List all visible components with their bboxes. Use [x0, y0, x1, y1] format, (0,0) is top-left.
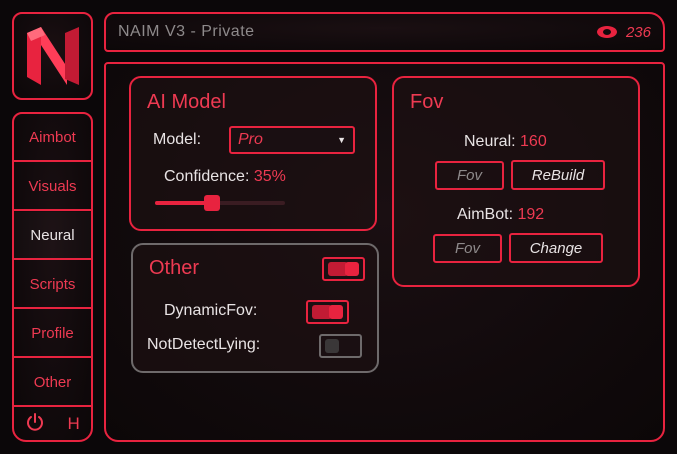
sidebar-footer: H: [14, 406, 91, 440]
window-title: NAIM V3 - Private: [118, 23, 255, 40]
fov-title: Fov: [410, 91, 444, 113]
sidebar-item-profile[interactable]: Profile: [14, 310, 91, 358]
confidence-value: 35%: [253, 168, 286, 185]
confidence-slider[interactable]: [155, 195, 285, 211]
other-panel: Other DynamicFov: NotDetectLying:: [131, 243, 379, 373]
power-icon[interactable]: [25, 412, 45, 437]
change-button[interactable]: Change: [509, 233, 603, 263]
sidebar-item-neural[interactable]: Neural: [14, 212, 91, 260]
sidebar-item-other[interactable]: Other: [14, 359, 91, 407]
model-select-value: Pro: [238, 131, 263, 148]
aimbot-label-text: AimBot:: [457, 206, 514, 223]
sidebar: Aimbot Visuals Neural Scripts Profile Ot…: [12, 112, 93, 442]
sidebar-item-scripts[interactable]: Scripts: [14, 261, 91, 309]
confidence-slider-thumb[interactable]: [204, 195, 220, 211]
other-master-toggle[interactable]: [322, 257, 365, 281]
neural-label-text: Neural:: [464, 133, 516, 150]
toggle-knob: [345, 262, 359, 276]
confidence-label-text: Confidence:: [164, 168, 250, 185]
rebuild-button[interactable]: ReBuild: [511, 160, 605, 190]
dynamic-fov-toggle[interactable]: [306, 300, 349, 324]
other-title: Other: [149, 257, 200, 279]
ai-model-panel: AI Model Model: Pro ▼ Confidence: 35%: [129, 76, 377, 231]
title-bar: NAIM V3 - Private 236: [104, 12, 665, 52]
eye-icon: [596, 26, 617, 38]
sidebar-item-aimbot[interactable]: Aimbot: [14, 114, 91, 162]
sidebar-item-visuals[interactable]: Visuals: [14, 163, 91, 211]
not-detect-lying-label: NotDetectLying:: [147, 336, 261, 353]
dropdown-arrow-icon: ▼: [337, 135, 346, 145]
model-label: Model:: [153, 131, 202, 148]
ai-model-title: AI Model: [147, 91, 226, 113]
toggle-knob: [325, 339, 339, 353]
neural-fov-value: 160: [520, 133, 547, 150]
neural-fov-button[interactable]: Fov: [435, 161, 504, 190]
aimbot-fov-button[interactable]: Fov: [433, 234, 502, 263]
logo-n-icon: [26, 27, 79, 85]
main-panel: AI Model Model: Pro ▼ Confidence: 35% Ot…: [104, 62, 665, 442]
neural-fov-label: Neural: 160: [464, 133, 547, 151]
viewer-counter: 236: [596, 24, 651, 41]
confidence-label: Confidence: 35%: [164, 168, 286, 186]
counter-value: 236: [625, 23, 651, 41]
aimbot-fov-label: AimBot: 192: [457, 206, 544, 224]
hide-button[interactable]: H: [68, 414, 80, 434]
fov-panel: Fov Neural: 160 Fov ReBuild AimBot: 192 …: [392, 76, 640, 287]
app-logo: [12, 12, 93, 100]
dynamic-fov-label: DynamicFov:: [164, 302, 258, 319]
not-detect-lying-toggle[interactable]: [319, 334, 362, 358]
aimbot-fov-value: 192: [517, 206, 545, 223]
model-select[interactable]: Pro ▼: [229, 126, 355, 154]
toggle-knob: [329, 305, 343, 319]
